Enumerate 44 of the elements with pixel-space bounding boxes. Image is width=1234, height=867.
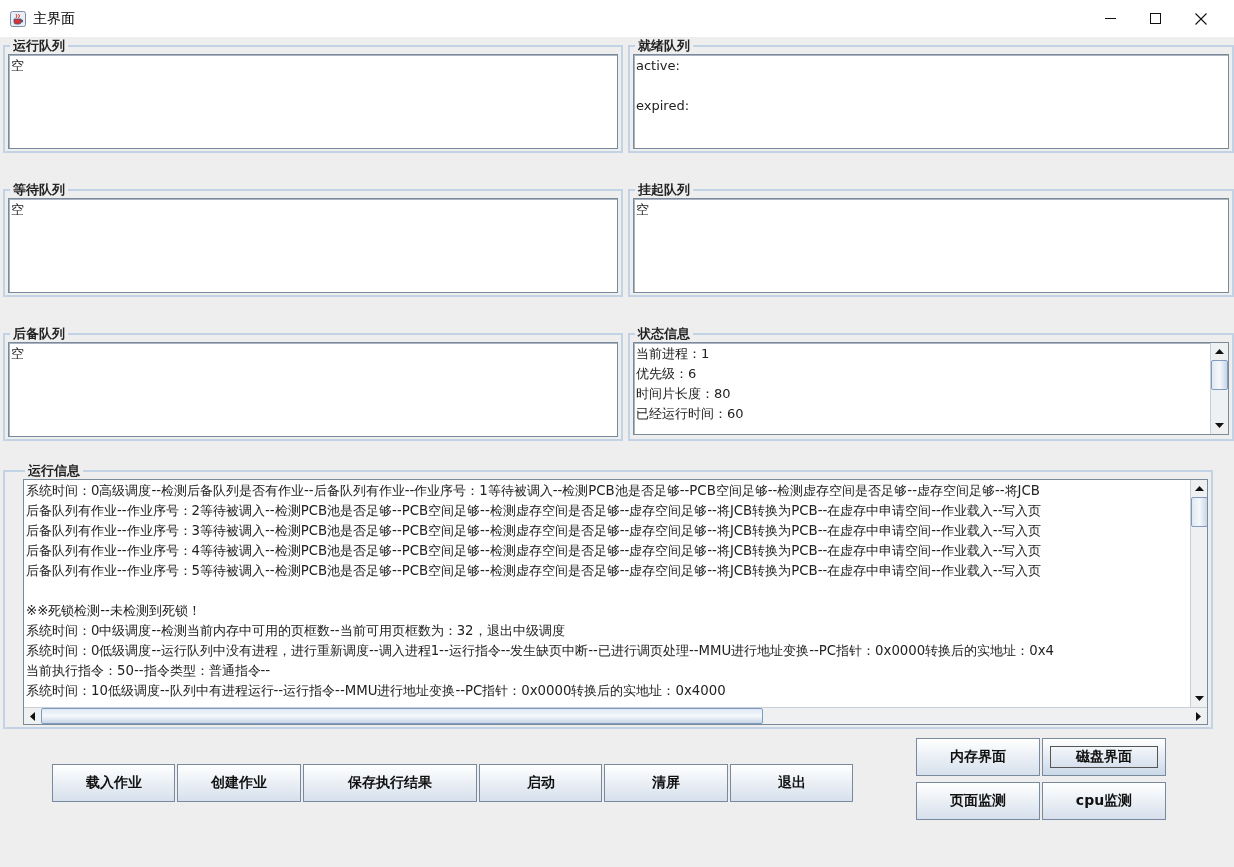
panel-title: 等待队列: [12, 182, 66, 197]
text-area[interactable]: 当前进程：1 优先级：6 时间片长度：80 已经运行时间：60: [633, 342, 1229, 435]
action-button[interactable]: 创建作业: [177, 764, 301, 802]
log-line: 后备队列有作业--作业序号：2等待被调入--检测PCB池是否足够--PCB空间足够--检测虚存空间是否足够--虚存空间足够--将JCB转换为PCB--在虚存中申请空间--作业载入--写入页: [26, 502, 1042, 520]
panel-title: 状态信息: [636, 326, 691, 341]
nav-button[interactable]: cpu监测: [1042, 782, 1166, 820]
horizontal-scrollbar[interactable]: [24, 707, 1207, 724]
log-line: 系统时间：10低级调度--队列中有进程运行--运行指令--MMU进行地址变换--PC指针：0x0000转换后的实地址：0x4000: [26, 682, 726, 700]
nav-button[interactable]: 页面监测: [916, 782, 1040, 820]
vertical-scrollbar[interactable]: [1190, 480, 1207, 707]
log-line: 后备队列有作业--作业序号：5等待被调入--检测PCB池是否足够--PCB空间足够--检测虚存空间是否足够--虚存空间足够--将JCB转换为PCB--在虚存中申请空间--作业载入--写入页: [26, 562, 1042, 580]
text-area[interactable]: 空: [8, 54, 618, 149]
scroll-thumb[interactable]: [1211, 360, 1228, 390]
log-line: ※※死锁检测--未检测到死锁！: [26, 602, 201, 620]
scroll-thumb[interactable]: [41, 708, 763, 724]
log-line: 后备队列有作业--作业序号：4等待被调入--检测PCB池是否足够--PCB空间足够--检测虚存空间是否足够--虚存空间足够--将JCB转换为PCB--在虚存中申请空间--作业载入--写入页: [26, 542, 1042, 560]
status-text: 当前进程：1 优先级：6 时间片长度：80 已经运行时间：60: [635, 345, 745, 423]
action-button[interactable]: 载入作业: [52, 764, 175, 802]
log-line: 系统时间：0中级调度--检测当前内存中可用的页框数--当前可用页框数为：32，退出中级调度: [26, 622, 565, 640]
close-icon[interactable]: [1195, 12, 1207, 25]
log-line: 系统时间：0高级调度--检测后备队列是否有作业--后备队列有作业--作业序号：1等待被调入--检测PCB池是否足够--PCB空间足够--检测虚存空间是否足够--虚存空间足够--将JCB: [26, 482, 1040, 500]
panel-title: 后备队列: [12, 326, 66, 341]
text-area[interactable]: 空: [8, 342, 618, 437]
action-button[interactable]: 保存执行结果: [303, 764, 477, 802]
text-area[interactable]: active: expired:: [633, 54, 1229, 149]
app-cup-icon: [10, 10, 26, 27]
text-area[interactable]: 空: [633, 198, 1229, 293]
nav-button[interactable]: 磁盘界面: [1042, 738, 1166, 776]
action-button[interactable]: 清屏: [604, 764, 728, 802]
action-button[interactable]: 启动: [479, 764, 602, 802]
window-title: 主界面: [33, 9, 75, 28]
panel-title: 运行队列: [12, 38, 66, 53]
scroll-thumb[interactable]: [1191, 497, 1207, 527]
action-button[interactable]: 退出: [730, 764, 853, 802]
log-line: 系统时间：0低级调度--运行队列中没有进程，进行重新调度--调入进程1--运行指令--发生缺页中断--已进行调页处理--MMU进行地址变换--PC指针：0x0000转换后的实地址：0x4: [26, 642, 1055, 660]
log-line: 当前执行指令：50--指令类型：普通指令--: [26, 662, 271, 680]
panel-title: 挂起队列: [637, 182, 691, 197]
vertical-scrollbar[interactable]: [1210, 343, 1228, 434]
log-line: 后备队列有作业--作业序号：3等待被调入--检测PCB池是否足够--PCB空间足够--检测虚存空间是否足够--虚存空间足够--将JCB转换为PCB--在虚存中申请空间--作业载入--写入页: [26, 522, 1042, 540]
panel-title: 运行信息: [27, 463, 81, 478]
text-area[interactable]: 空: [8, 198, 618, 293]
panel-title: 就绪队列: [637, 38, 691, 53]
nav-button[interactable]: 内存界面: [916, 738, 1040, 776]
maximize-icon[interactable]: [1150, 13, 1161, 24]
